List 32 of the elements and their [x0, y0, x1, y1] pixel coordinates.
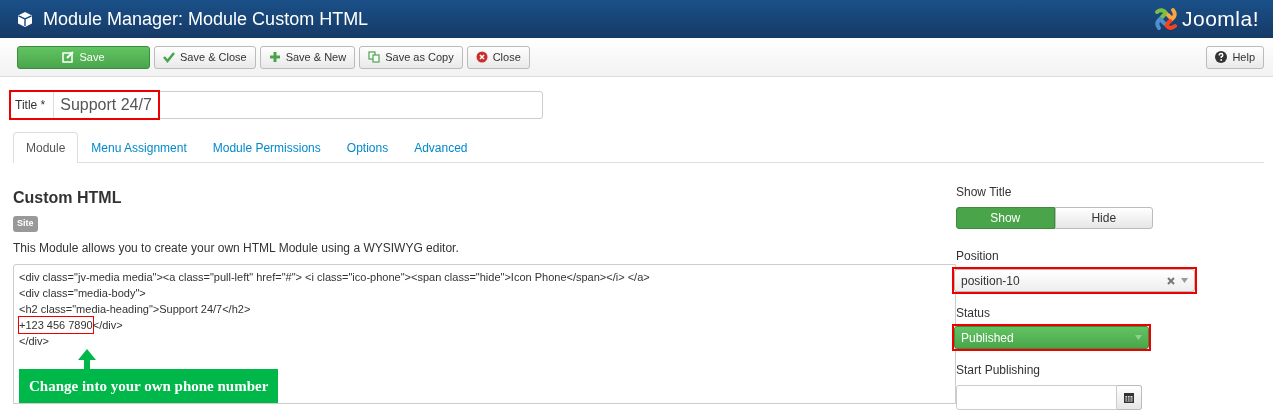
- annotation-label: Change into your own phone number: [19, 368, 279, 403]
- tab[interactable]: Module Permissions: [199, 132, 334, 163]
- field-label: Title *: [11, 92, 55, 118]
- help-button[interactable]: Help: [1206, 45, 1264, 69]
- code-line: <h2 class="media-heading">Support 24/7</h2>: [19, 301, 252, 317]
- toolbar-button[interactable]: Save & New: [259, 45, 356, 69]
- tab[interactable]: Advanced: [401, 132, 481, 163]
- tab[interactable]: Options: [333, 132, 402, 163]
- close-button[interactable]: Close: [466, 45, 530, 69]
- toggle-option[interactable]: Hide: [1054, 207, 1153, 229]
- field-label: Status: [956, 305, 992, 322]
- toolbar-button[interactable]: Save & Close: [154, 45, 256, 69]
- page-title: Module Manager: Module Custom HTML: [43, 7, 369, 31]
- description-text: This Module allows you to create your own HTML Module using a WYSIWYG editor.: [13, 239, 460, 257]
- field-value: Support 24/7: [59, 95, 153, 115]
- field-label: Show Title: [956, 184, 1013, 201]
- title-field[interactable]: Title * Support 24/7: [10, 91, 543, 119]
- select-value: position-10: [961, 272, 1021, 290]
- field-label: Start Publishing: [956, 362, 1042, 379]
- code-line: <div class="jv-media media"><a class="pull-left" href="#"> <i class="ico-phone"><span class="hide">Icon Phone</span></i> </a>: [19, 269, 651, 285]
- select-field[interactable]: position-10: [954, 269, 1195, 292]
- code-line: <div class="media-body">: [19, 285, 147, 301]
- code-line: </div>: [19, 333, 50, 349]
- site-badge: Site: [13, 216, 38, 232]
- section-heading: Custom HTML: [13, 188, 123, 208]
- tab[interactable]: Menu Assignment: [78, 132, 200, 163]
- tab[interactable]: Module: [13, 132, 79, 163]
- select-value: Published: [961, 329, 1015, 347]
- phone-number: +123 456 7890: [19, 316, 93, 333]
- field-label: Position: [956, 248, 1000, 265]
- logo-text: Joomla!: [1181, 6, 1259, 33]
- toolbar-button[interactable]: Save as Copy: [359, 45, 463, 69]
